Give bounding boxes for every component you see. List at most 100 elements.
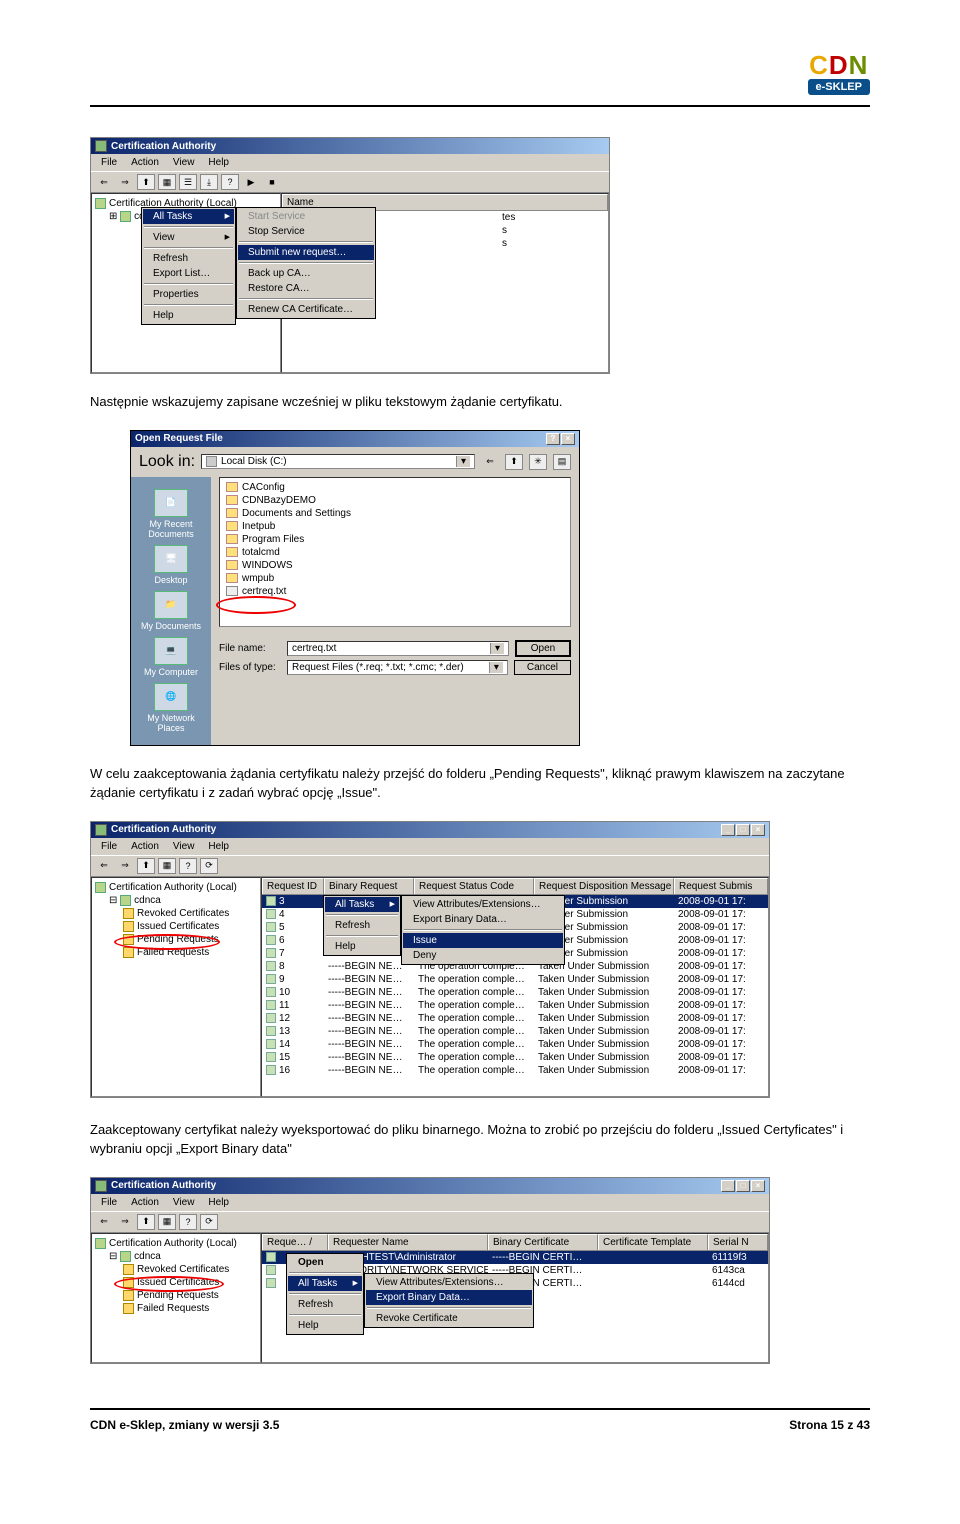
up-icon[interactable]: ⬆ (137, 858, 155, 874)
table-row[interactable]: 16-----BEGIN NE…The operation comple…Tak… (262, 1064, 768, 1077)
context-menu-1[interactable]: All Tasks View Refresh Export List… Prop… (141, 207, 236, 325)
tree-failed[interactable]: Failed Requests (137, 1303, 209, 1314)
tree-failed[interactable]: Failed Requests (137, 947, 209, 958)
grid-icon[interactable]: ▦ (158, 174, 176, 190)
menu-view[interactable]: View (167, 840, 201, 853)
file-list[interactable]: CAConfig CDNBazyDEMO Documents and Setti… (219, 477, 571, 627)
table-row[interactable]: 15-----BEGIN NE…The operation comple…Tak… (262, 1051, 768, 1064)
ctx-renew-ca[interactable]: Renew CA Certificate… (238, 302, 374, 317)
file-item[interactable]: Program Files (242, 534, 304, 545)
close-button[interactable]: × (561, 433, 575, 445)
place-mycomputer[interactable]: 💻My Computer (135, 637, 207, 677)
cancel-button[interactable]: Cancel (514, 660, 571, 675)
back-icon[interactable]: ⇐ (95, 1214, 113, 1230)
grid-icon[interactable]: ▦ (158, 1214, 176, 1230)
tree-pending[interactable]: Pending Requests (137, 1290, 219, 1301)
help-button[interactable]: ? (546, 433, 560, 445)
ctx-all-tasks[interactable]: All Tasks (325, 897, 399, 912)
file-item[interactable]: CAConfig (242, 482, 285, 493)
tree-ca[interactable]: cdnca (134, 895, 161, 906)
menu-action[interactable]: Action (125, 840, 165, 853)
col-serial[interactable]: Serial N (708, 1234, 768, 1250)
back-icon[interactable]: ⇐ (95, 174, 113, 190)
refresh-icon[interactable]: ⟳ (200, 1214, 218, 1230)
ctx-revoke[interactable]: Revoke Certificate (366, 1311, 532, 1326)
back-icon[interactable]: ⇐ (481, 454, 499, 470)
ctx-issue[interactable]: Issue (403, 933, 563, 948)
file-item[interactable]: WINDOWS (242, 560, 293, 571)
context-menu-2[interactable]: Start Service Stop Service Submit new re… (236, 207, 376, 319)
tree-issued[interactable]: Issued Certificates (137, 921, 219, 932)
list-icon[interactable]: ☰ (179, 174, 197, 190)
export-icon[interactable]: ⤓ (200, 174, 218, 190)
minimize-button[interactable]: _ (721, 824, 735, 836)
close-button[interactable]: × (751, 1180, 765, 1192)
filename-input[interactable]: certreq.txt▾ (287, 641, 509, 656)
minimize-button[interactable]: _ (721, 1180, 735, 1192)
ctx-open[interactable]: Open (288, 1255, 362, 1270)
col-binary-cert[interactable]: Binary Certificate (488, 1234, 598, 1250)
ctx-refresh[interactable]: Refresh (143, 251, 234, 266)
menu-view[interactable]: View (167, 1196, 201, 1209)
ctx-submit-new-request[interactable]: Submit new request… (238, 245, 374, 260)
file-item[interactable]: CDNBazyDEMO (242, 495, 316, 506)
lookin-combo[interactable]: Local Disk (C:) ▾ (201, 454, 475, 469)
context-menu-2[interactable]: View Attributes/Extensions… Export Binar… (364, 1273, 534, 1328)
menubar[interactable]: File Action View Help (91, 838, 769, 855)
ctx-help[interactable]: Help (325, 939, 399, 954)
maximize-button[interactable]: □ (736, 824, 750, 836)
file-item[interactable]: totalcmd (242, 547, 280, 558)
menubar[interactable]: File Action View Help (91, 154, 609, 171)
grid-icon[interactable]: ▦ (158, 858, 176, 874)
file-item[interactable]: Documents and Settings (242, 508, 351, 519)
forward-icon[interactable]: ⇒ (116, 174, 134, 190)
ctx-view-attrs[interactable]: View Attributes/Extensions… (403, 897, 563, 912)
col-cert-template[interactable]: Certificate Template (598, 1234, 708, 1250)
tree-issued[interactable]: Issued Certificates (137, 1277, 219, 1288)
place-mydocs[interactable]: 📁My Documents (135, 591, 207, 631)
help-icon[interactable]: ? (179, 1214, 197, 1230)
play-icon[interactable]: ▶ (242, 174, 260, 190)
ctx-export-binary[interactable]: Export Binary Data… (366, 1290, 532, 1305)
col-disposition[interactable]: Request Disposition Message (534, 878, 674, 894)
refresh-icon[interactable]: ⟳ (200, 858, 218, 874)
tree-root[interactable]: Certification Authority (Local) (109, 1238, 237, 1249)
close-button[interactable]: × (751, 824, 765, 836)
ctx-all-tasks[interactable]: All Tasks (288, 1276, 362, 1291)
up-icon[interactable]: ⬆ (505, 454, 523, 470)
col-submis[interactable]: Request Submis (674, 878, 768, 894)
context-menu-1[interactable]: Open All Tasks Refresh Help (286, 1253, 364, 1335)
context-menu-1[interactable]: All Tasks Refresh Help (323, 895, 401, 956)
place-recent[interactable]: 📄My Recent Documents (135, 489, 207, 539)
tree-revoked[interactable]: Revoked Certificates (137, 908, 229, 919)
file-certreq[interactable]: certreq.txt (242, 586, 286, 597)
tree-revoked[interactable]: Revoked Certificates (137, 1264, 229, 1275)
col-status-code[interactable]: Request Status Code (414, 878, 534, 894)
back-icon[interactable]: ⇐ (95, 858, 113, 874)
ctx-restore-ca[interactable]: Restore CA… (238, 281, 374, 296)
ctx-help[interactable]: Help (143, 308, 234, 323)
ctx-export-list[interactable]: Export List… (143, 266, 234, 281)
menu-help[interactable]: Help (202, 1196, 235, 1209)
col-binary-request[interactable]: Binary Request (324, 878, 414, 894)
col-requester[interactable]: Requester Name (328, 1234, 488, 1250)
menu-file[interactable]: File (95, 1196, 123, 1209)
ctx-export-binary[interactable]: Export Binary Data… (403, 912, 563, 927)
help-icon[interactable]: ? (179, 858, 197, 874)
newfolder-icon[interactable]: ✳ (529, 454, 547, 470)
menu-file[interactable]: File (95, 156, 123, 169)
menu-view[interactable]: View (167, 156, 201, 169)
file-item[interactable]: wmpub (242, 573, 274, 584)
table-row[interactable]: 11-----BEGIN NE…The operation comple…Tak… (262, 999, 768, 1012)
tree-pending[interactable]: Pending Requests (137, 934, 219, 945)
tree-ca[interactable]: cdnca (134, 1251, 161, 1262)
views-icon[interactable]: ▤ (553, 454, 571, 470)
place-desktop[interactable]: 🖥Desktop (135, 545, 207, 585)
forward-icon[interactable]: ⇒ (116, 1214, 134, 1230)
context-menu-2[interactable]: View Attributes/Extensions… Export Binar… (401, 895, 565, 965)
table-row[interactable]: 10-----BEGIN NE…The operation comple…Tak… (262, 986, 768, 999)
ctx-deny[interactable]: Deny (403, 948, 563, 963)
filetype-combo[interactable]: Request Files (*.req; *.txt; *.cmc; *.de… (287, 660, 508, 675)
menubar[interactable]: File Action View Help (91, 1194, 769, 1211)
col-request-id[interactable]: Request ID (262, 878, 324, 894)
